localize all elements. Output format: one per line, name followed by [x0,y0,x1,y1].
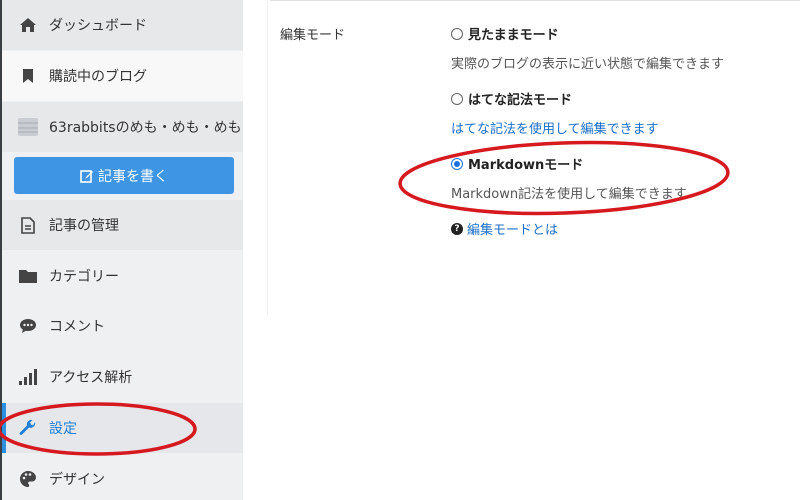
sidebar-item-label: カテゴリー [49,269,119,285]
sidebar-item-label: 63rabbitsのめも・めも・めも [49,120,242,136]
sidebar-item-articles[interactable]: 記事の管理 [2,200,243,250]
sidebar-item-label: 記事の管理 [49,218,119,234]
write-article-label: 記事を書く [98,168,168,185]
option-description: Markdown記法を使用して編集できます [451,187,687,202]
sidebar-item-analytics[interactable]: アクセス解析 [2,352,243,402]
document-icon [18,215,38,235]
option-label: Markdownモード [468,158,584,173]
question-icon: ? [451,222,463,235]
sidebar: ダッシュボード 購読中のブログ 63rabbitsのめも・めも・めも 記事を書く… [0,0,243,500]
sidebar-item-label: ダッシュボード [49,18,147,34]
comment-icon [18,316,38,336]
blog-avatar-icon [18,117,38,137]
sidebar-item-settings[interactable]: 設定 [2,403,243,453]
radio-hatena[interactable] [451,92,463,105]
sidebar-item-design[interactable]: デザイン [2,454,243,500]
bar-chart-icon [18,367,38,387]
bookmark-icon [18,66,38,86]
sidebar-item-categories[interactable]: カテゴリー [2,251,243,301]
radio-wysiwyg[interactable] [451,27,463,40]
option-description: 実際のブログの表示に近い状態で編集できます [451,57,725,72]
edit-mode-label: 編集モード [280,28,346,43]
radio-markdown[interactable] [451,157,463,170]
option-label: はてな記法モード [468,93,573,108]
sidebar-item-subscriptions[interactable]: 購読中のブログ [2,51,243,101]
sidebar-item-dashboard[interactable]: ダッシュボード [2,0,243,50]
sidebar-item-label: アクセス解析 [49,370,133,386]
edit-icon [80,169,94,183]
sidebar-item-label: 設定 [49,421,77,437]
option-hatena[interactable]: はてな記法モード [451,89,572,108]
option-label: 見たままモード [468,28,559,43]
sidebar-item-label: 購読中のブログ [49,69,147,85]
wrench-icon [18,418,38,438]
sidebar-item-comments[interactable]: コメント [2,301,243,351]
home-icon [18,15,38,35]
help-link-label: 編集モードとは [467,223,559,238]
sidebar-item-label: コメント [49,319,105,335]
sidebar-item-label: デザイン [49,472,105,488]
option-description: はてな記法を使用して編集できます [451,122,659,137]
edit-mode-help-link[interactable]: ? 編集モードとは [451,219,558,238]
folder-icon [18,266,38,286]
sidebar-item-blog[interactable]: 63rabbitsのめも・めも・めも [2,102,243,152]
divider [267,0,268,315]
main-content [243,0,800,500]
palette-icon [18,469,38,489]
divider [270,0,800,1]
write-article-button[interactable]: 記事を書く [14,157,234,194]
option-markdown[interactable]: Markdownモード [451,154,583,173]
option-wysiwyg[interactable]: 見たままモード [451,24,559,43]
